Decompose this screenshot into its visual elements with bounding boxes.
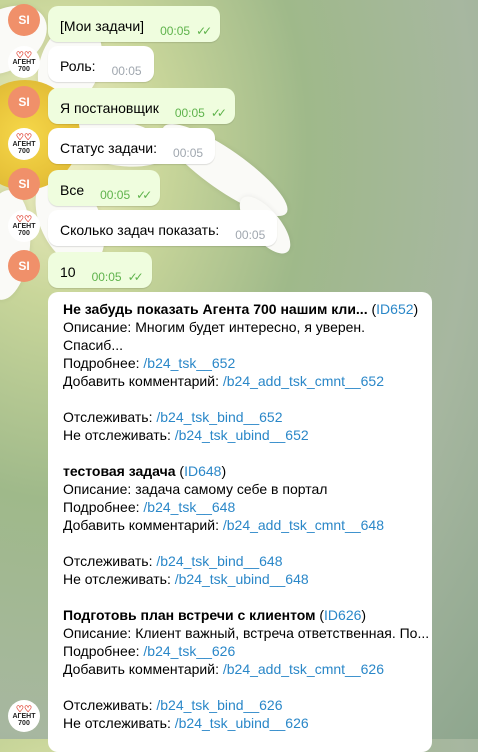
task-unbind: Не отслеживать: /b24_tsk_ubind__652 <box>63 427 309 443</box>
message-time: 00:05 <box>100 188 131 202</box>
logo-hearts-icon: ♡♡ <box>15 49 33 60</box>
avatar-si[interactable]: SI <box>8 168 40 200</box>
logo-text: АГЕНТ <box>12 712 36 720</box>
task-description-cont: Спасиб... <box>63 337 123 353</box>
task-bind-link[interactable]: /b24_tsk_bind__652 <box>156 409 282 425</box>
avatar-agent700-logo[interactable]: ♡♡ АГЕНТ 700 <box>8 700 40 732</box>
task-bind: Отслеживать: /b24_tsk_bind__626 <box>63 697 283 713</box>
task-id-link[interactable]: ID652 <box>376 301 413 317</box>
task-unbind-link[interactable]: /b24_tsk_ubind__626 <box>175 715 309 731</box>
logo-hearts-icon: ♡♡ <box>15 703 33 714</box>
message-text: [Мои задачи] <box>60 18 145 34</box>
task-comment-link[interactable]: /b24_add_tsk_cmnt__652 <box>223 373 384 389</box>
task-unbind-link[interactable]: /b24_tsk_ubind__652 <box>175 427 309 443</box>
logo-number: 700 <box>18 147 30 155</box>
read-checks-icon: ✓✓ <box>127 270 144 284</box>
read-checks-icon: ✓✓ <box>210 106 227 120</box>
task-more: Подробнее: /b24_tsk__626 <box>63 643 236 659</box>
task-bind: Отслеживать: /b24_tsk_bind__648 <box>63 553 283 569</box>
message-time: 00:05 <box>111 64 142 78</box>
logo-hearts-icon: ♡♡ <box>15 131 33 142</box>
message-time: 00:05 <box>235 228 266 242</box>
task-title-line: тестовая задача (ID648) <box>63 463 227 479</box>
task-description: Описание: Клиент важный, встреча ответст… <box>63 625 430 641</box>
logo-text: АГЕНТ <box>12 140 36 148</box>
message-bubble[interactable]: Все 00:05 ✓✓ <box>48 170 161 206</box>
message-text: Я постановщик <box>60 100 159 116</box>
task-description: Описание: Многим будет интересно, я увер… <box>63 319 366 335</box>
message-bubble[interactable]: [Мои задачи] 00:05 ✓✓ <box>48 6 221 42</box>
message-text: Сколько задач показать: <box>60 222 220 238</box>
message-bubble[interactable]: 10 00:05 ✓✓ <box>48 252 152 288</box>
read-checks-icon: ✓✓ <box>196 24 212 38</box>
logo-text: АГЕНТ <box>12 58 36 66</box>
logo-number: 700 <box>18 65 30 73</box>
task-comment-link[interactable]: /b24_add_tsk_cmnt__626 <box>223 661 384 677</box>
avatar-agent700-logo[interactable]: ♡♡ АГЕНТ 700 <box>8 46 40 78</box>
logo-hearts-icon: ♡♡ <box>15 213 33 224</box>
task-more: Подробнее: /b24_tsk__648 <box>63 499 236 515</box>
avatar-si[interactable]: SI <box>8 250 40 282</box>
task-list-message[interactable]: Не забудь показать Агента 700 нашим кли.… <box>48 292 432 752</box>
task-comment: Добавить комментарий: /b24_add_tsk_cmnt_… <box>63 373 384 389</box>
message-bubble[interactable]: Роль: 00:05 <box>48 46 154 82</box>
message-time: 00:05 <box>173 146 204 160</box>
task-more-link[interactable]: /b24_tsk__652 <box>143 355 235 371</box>
logo-number: 700 <box>18 229 30 237</box>
task-more-link[interactable]: /b24_tsk__626 <box>143 643 235 659</box>
message-text: Роль: <box>60 58 96 74</box>
task-more: Подробнее: /b24_tsk__652 <box>63 355 236 371</box>
avatar-si[interactable]: SI <box>8 86 40 118</box>
task-bind-link[interactable]: /b24_tsk_bind__626 <box>156 697 282 713</box>
avatar-si[interactable]: SI <box>8 4 40 36</box>
message-time: 00:05 <box>160 24 191 38</box>
task-unbind: Не отслеживать: /b24_tsk_ubind__626 <box>63 715 309 731</box>
message-text: Статус задачи: <box>60 140 158 156</box>
task-unbind-link[interactable]: /b24_tsk_ubind__648 <box>175 571 309 587</box>
task-title-line: Подготовь план встречи с клиентом (ID626… <box>63 607 367 623</box>
message-bubble[interactable]: Статус задачи: 00:05 <box>48 128 216 164</box>
message-bubble[interactable]: Сколько задач показать: 00:05 <box>48 210 278 246</box>
avatar-agent700-logo[interactable]: ♡♡ АГЕНТ 700 <box>8 210 40 242</box>
task-comment: Добавить комментарий: /b24_add_tsk_cmnt_… <box>63 517 384 533</box>
task-more-link[interactable]: /b24_tsk__648 <box>143 499 235 515</box>
read-checks-icon: ✓✓ <box>136 188 152 202</box>
task-title: тестовая задача <box>63 463 176 479</box>
message-time: 00:05 <box>174 106 205 120</box>
logo-number: 700 <box>18 719 30 727</box>
task-unbind: Не отслеживать: /b24_tsk_ubind__648 <box>63 571 309 587</box>
message-bubble[interactable]: Я постановщик 00:05 ✓✓ <box>48 88 235 124</box>
task-id-link[interactable]: ID648 <box>184 463 221 479</box>
task-bind: Отслеживать: /b24_tsk_bind__652 <box>63 409 283 425</box>
task-id-link[interactable]: ID626 <box>324 607 361 623</box>
logo-text: АГЕНТ <box>12 222 36 230</box>
task-bind-link[interactable]: /b24_tsk_bind__648 <box>156 553 282 569</box>
task-comment-link[interactable]: /b24_add_tsk_cmnt__648 <box>223 517 384 533</box>
task-comment: Добавить комментарий: /b24_add_tsk_cmnt_… <box>63 661 384 677</box>
task-description: Описание: задача самому себе в портал <box>63 481 328 497</box>
message-text: 10 <box>60 264 76 280</box>
task-title: Не забудь показать Агента 700 нашим кли.… <box>63 301 368 317</box>
task-title: Подготовь план встречи с клиентом <box>63 607 316 623</box>
task-title-line: Не забудь показать Агента 700 нашим кли.… <box>63 301 419 317</box>
message-time: 00:05 <box>91 270 122 284</box>
message-text: Все <box>60 182 85 198</box>
avatar-agent700-logo[interactable]: ♡♡ АГЕНТ 700 <box>8 128 40 160</box>
